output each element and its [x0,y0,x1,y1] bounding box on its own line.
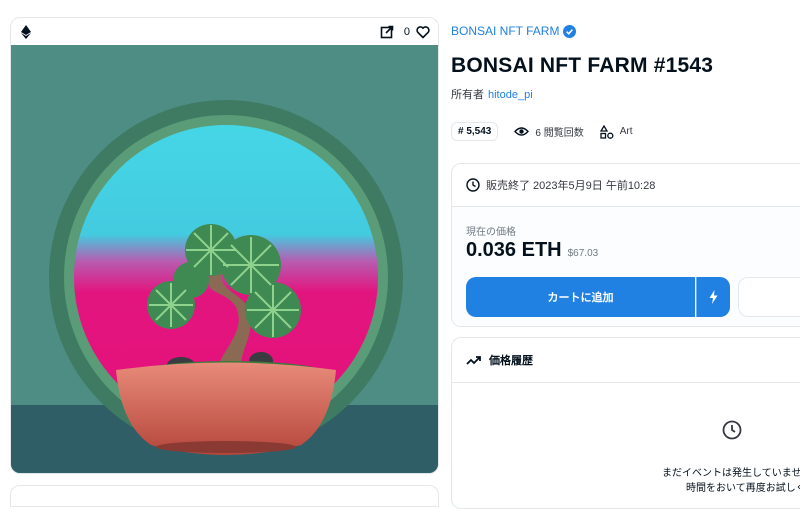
clock-icon [466,178,480,192]
item-stats: # 5,543 6 閲覧回数 Art [451,122,649,141]
sale-panel: 販売終了 2023年5月9日 午前10:28 現在の価格 0.036 ETH $6… [451,163,800,327]
eye-icon [514,127,530,136]
shapes-icon [599,124,614,139]
favorites-count: 0 [403,25,410,38]
bonsai-artwork-image[interactable] [11,45,438,473]
make-offer-button[interactable] [738,277,800,317]
views-count: 6 閲覧回数 [535,128,584,139]
sale-end-text: 販売終了 2023年5月9日 午前10:28 [486,180,656,192]
lightning-icon [709,290,718,304]
sale-end-row: 販売終了 2023年5月9日 午前10:28 [452,164,800,207]
rarity-rank-badge[interactable]: # 5,543 [451,122,499,141]
current-price: 0.036 ETH $67.03 [466,239,598,262]
price-history-panel: 価格履歴 まだイベントは発生していません 時間をおいて再度お試しください [451,337,800,509]
category-label: Art [619,126,633,137]
heart-icon[interactable] [416,25,430,39]
empty-history-hint: 時間をおいて再度お試しください [686,483,800,494]
price-section: 現在の価格 0.036 ETH $67.03 カートに追加 [452,207,800,326]
price-history-title: 価格履歴 [489,355,533,367]
collection-link[interactable]: BONSAI NFT FARM [451,24,577,38]
owner-line: 所有者 hitode_pi [451,86,533,102]
ethereum-icon [21,24,31,39]
trending-icon [466,355,481,365]
add-to-cart-button[interactable]: カートに追加 [466,277,695,317]
owner-label: 所有者 [451,89,484,101]
price-eth: 0.036 ETH [466,239,562,261]
price-usd: $67.03 [567,248,599,259]
nft-image-card: 0 [10,17,439,474]
details-card [10,485,439,507]
current-price-label: 現在の価格 [466,227,516,238]
owner-link[interactable]: hitode_pi [488,89,533,101]
external-link-icon[interactable] [380,25,394,39]
buy-now-button[interactable] [696,277,730,317]
verified-badge-icon [563,24,577,38]
empty-history-clock-icon [722,420,742,440]
empty-history-message: まだイベントは発生していません [662,468,800,479]
item-title: BONSAI NFT FARM #1543 [451,54,714,77]
card-header: 0 [11,18,438,45]
collection-name[interactable]: BONSAI NFT FARM [451,24,559,38]
views-stat: 6 閲覧回数 [514,124,584,139]
category-stat: Art [599,124,633,139]
price-history-header[interactable]: 価格履歴 [452,338,800,383]
